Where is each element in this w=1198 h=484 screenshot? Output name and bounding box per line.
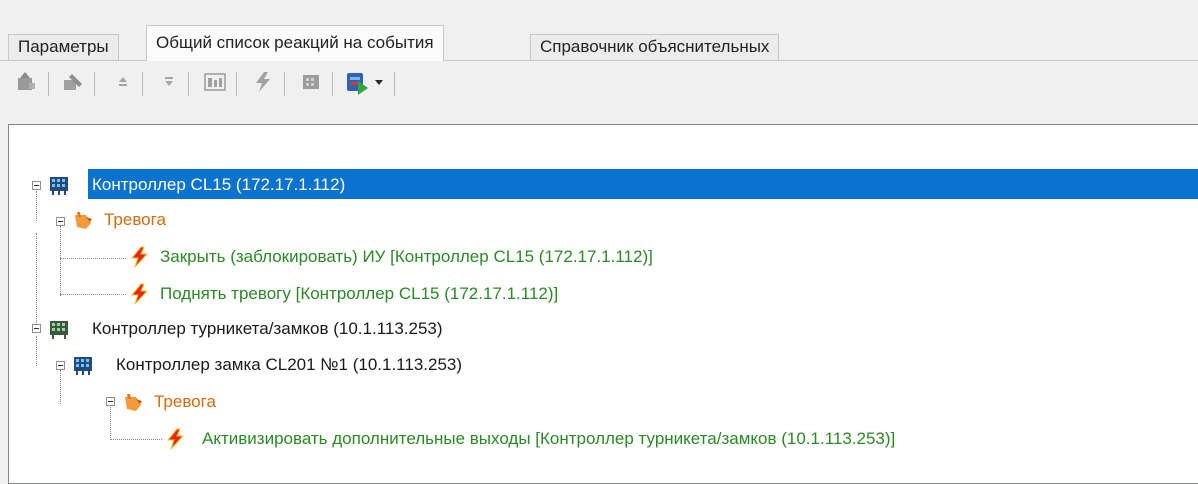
device-icon (303, 75, 319, 89)
move-down-button[interactable] (156, 68, 182, 96)
collapse-toggle[interactable] (56, 361, 65, 370)
tree-node-controller-turnstile[interactable]: Контроллер турникета/замков (10.1.113.25… (48, 316, 948, 342)
export-icon (347, 73, 383, 95)
tree-node-reaction[interactable]: Активизировать дополнительные выходы [Ко… (164, 426, 1194, 452)
tree-node-controller-lock[interactable]: Контроллер замка CL201 №1 (10.1.113.253) (72, 352, 972, 378)
edit-object-icon (64, 74, 82, 90)
tree-node-label: Тревога (104, 210, 166, 229)
tree-connector (110, 404, 111, 440)
move-up-button[interactable] (110, 68, 136, 96)
tree-connector (36, 336, 37, 366)
tree-connector (60, 294, 126, 295)
lightning-icon (166, 428, 185, 450)
tree-node-label: Контроллер CL15 (172.17.1.112) (92, 175, 346, 194)
lightning-icon (130, 283, 149, 305)
tree-connector (60, 226, 61, 296)
move-up-icon (119, 77, 127, 86)
tree-node-label: Поднять тревогу [Контроллер CL15 (172.17… (160, 284, 559, 303)
tree-node-label: Закрыть (заблокировать) ИУ [Контроллер C… (160, 247, 653, 266)
tab-parameters[interactable]: Параметры (8, 34, 119, 60)
properties-icon (204, 73, 226, 91)
properties-button[interactable] (202, 68, 228, 96)
tree-node-label: Тревога (154, 392, 216, 411)
tree-node-event-alarm[interactable]: Тревога (122, 389, 522, 415)
tree-connector (110, 439, 162, 440)
toolbar-separator (188, 72, 189, 96)
collapse-toggle[interactable] (56, 217, 65, 226)
toolbar-separator (332, 72, 333, 96)
tree-node-label: Контроллер замка CL201 №1 (10.1.113.253) (116, 355, 463, 374)
move-down-icon (165, 77, 173, 86)
turnstile-controller-icon (50, 321, 68, 339)
tree-connector (36, 233, 37, 327)
tree-connector (36, 191, 37, 221)
toolbar-separator (94, 72, 95, 96)
controller-icon (74, 357, 92, 375)
toolbar-separator (284, 72, 285, 96)
reaction-button[interactable] (250, 68, 276, 96)
add-object-icon (18, 72, 35, 90)
tab-reactions-list[interactable]: Общий список реакций на события (146, 25, 444, 61)
tab-bar: Параметры Общий список реакций на событи… (0, 0, 1198, 61)
tree-node-reaction[interactable]: Закрыть (заблокировать) ИУ [Контроллер C… (128, 244, 1028, 270)
toolbar-separator (394, 72, 395, 96)
toolbar-separator (236, 72, 237, 96)
tree-node-label: Контроллер турникета/замков (10.1.113.25… (92, 319, 443, 338)
tab-explanations-reference[interactable]: Справочник объяснительных (530, 34, 780, 60)
export-dropdown-button[interactable] (344, 68, 392, 96)
tree-node-controller-cl15[interactable]: Контроллер CL15 (172.17.1.112) (48, 172, 1198, 198)
alarm-hand-icon (75, 212, 92, 229)
tree-node-reaction[interactable]: Поднять тревогу [Контроллер CL15 (172.17… (128, 281, 1028, 307)
device-button[interactable] (298, 68, 324, 96)
alarm-hand-icon (125, 394, 142, 411)
collapse-toggle[interactable] (32, 181, 41, 190)
tree-connector (60, 258, 126, 259)
lightning-icon (130, 246, 149, 268)
reaction-icon (256, 72, 270, 92)
toolbar-separator (142, 72, 143, 96)
collapse-toggle[interactable] (106, 397, 115, 406)
tree-node-event-alarm[interactable]: Тревога (72, 207, 472, 233)
edit-object-button[interactable] (60, 68, 86, 96)
add-object-button[interactable] (14, 68, 40, 96)
toolbar-separator (48, 72, 49, 96)
controller-icon (50, 177, 68, 195)
tree-connector (60, 370, 61, 404)
tree-node-label: Активизировать дополнительные выходы [Ко… (202, 429, 896, 448)
collapse-toggle[interactable] (32, 324, 41, 333)
